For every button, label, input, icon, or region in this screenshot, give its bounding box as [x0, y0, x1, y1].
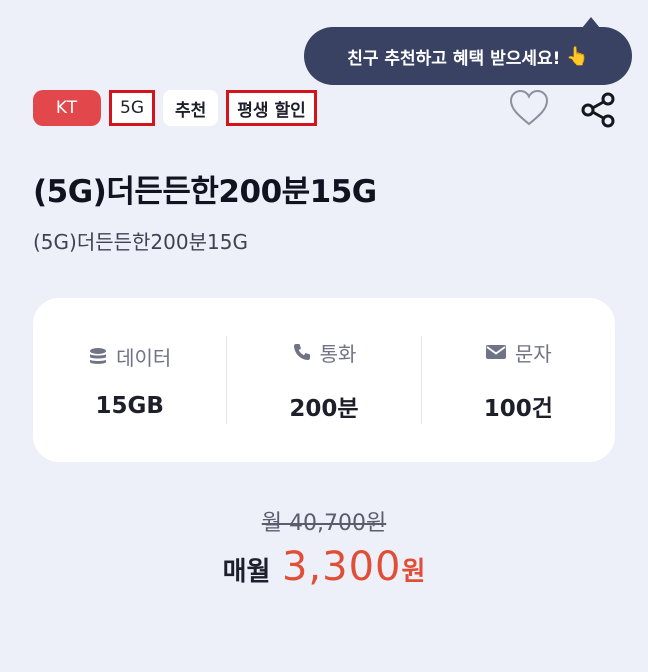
spec-call: 통화 200분: [227, 338, 420, 423]
plan-detail-page: 친구 추천하고 혜택 받으세요! 👆 KT 5G 추천 평생 할인 (5G)더든…: [0, 0, 648, 672]
spec-message-label: 문자: [514, 341, 552, 366]
carrier-badge: KT: [33, 90, 101, 126]
original-price: 월 40,700원: [261, 511, 387, 536]
plan-title: (5G)더든든한200분15G: [33, 174, 377, 210]
database-icon: [90, 348, 107, 364]
spec-call-header: 통화: [292, 338, 357, 367]
plan-spec-card: 데이터 15GB 통화 200분 문자 100건: [33, 298, 615, 462]
spec-data: 데이터 15GB: [33, 342, 226, 419]
plan-tags: KT 5G 추천 평생 할인: [33, 90, 317, 126]
heart-icon[interactable]: [508, 88, 550, 128]
referral-tooltip[interactable]: 친구 추천하고 혜택 받으세요! 👆: [304, 17, 632, 85]
spec-data-header: 데이터: [88, 342, 171, 371]
plan-subtitle: (5G)더든든한200분15G: [33, 230, 248, 254]
tooltip-text: 친구 추천하고 혜택 받으세요!: [347, 48, 561, 69]
spec-message: 문자 100건: [422, 338, 615, 423]
network-badge: 5G: [109, 90, 155, 126]
recommend-badge: 추천: [163, 90, 219, 126]
share-icon[interactable]: [580, 92, 616, 128]
currency-unit: 원: [401, 557, 426, 587]
spec-message-header: 문자: [485, 338, 552, 367]
spec-message-value: 100건: [483, 395, 553, 422]
spec-call-value: 200분: [289, 395, 359, 422]
monthly-label: 매월: [222, 557, 271, 587]
pointing-hand-icon: 👆: [566, 45, 589, 67]
spec-data-value: 15GB: [95, 392, 164, 419]
lifetime-discount-badge: 평생 할인: [226, 90, 317, 126]
phone-icon: [293, 344, 310, 360]
spec-call-label: 통화: [319, 341, 357, 366]
monthly-amount: 3,300: [281, 544, 402, 590]
mail-icon: [485, 345, 506, 359]
monthly-price: 매월 3,300원: [0, 544, 648, 590]
spec-data-label: 데이터: [116, 345, 172, 370]
